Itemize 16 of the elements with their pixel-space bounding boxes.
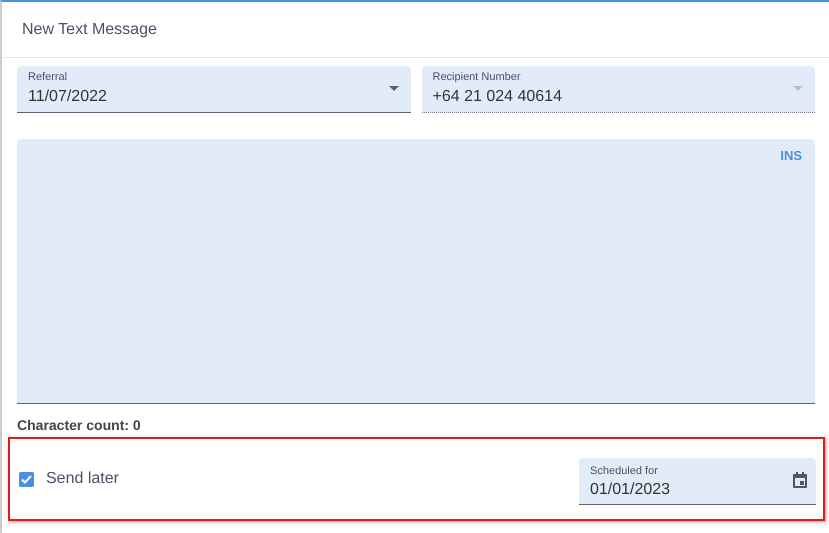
insert-mode-indicator: INS (780, 148, 802, 163)
field-label: Recipient Number (432, 71, 522, 83)
select-field[interactable]: Referral 11/07/2022 (17, 66, 410, 113)
checkbox[interactable] (19, 472, 34, 486)
field-value: +64 21 024 40614 (432, 88, 562, 106)
field-value: 01/01/2023 (590, 480, 670, 498)
dropdown-arrow-icon (793, 86, 803, 91)
dropdown-arrow-icon (388, 86, 398, 91)
field-value: 11/07/2022 (28, 88, 107, 106)
field-label: Referral (28, 71, 68, 83)
character-count: Character count: 0 (17, 417, 142, 433)
calendar-icon (793, 472, 807, 488)
field-label: Scheduled for (590, 464, 659, 476)
checkbox-label: Send later (46, 470, 119, 488)
dialog-title: New Text Message (22, 20, 157, 38)
date-field[interactable]: Scheduled for 01/01/2023 (579, 458, 816, 504)
